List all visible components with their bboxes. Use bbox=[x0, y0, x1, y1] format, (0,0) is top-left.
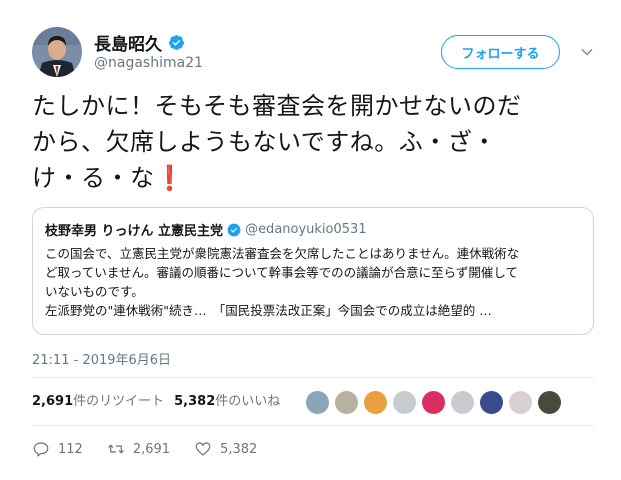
reply-button[interactable]: 112 bbox=[32, 440, 83, 458]
like-stat[interactable]: 5,382件のいいね bbox=[174, 390, 280, 409]
tweet-timestamp[interactable]: 21:11 - 2019年6月6日 bbox=[32, 349, 171, 368]
verified-badge-icon bbox=[169, 35, 184, 50]
user-handle[interactable]: @nagashima21 bbox=[94, 55, 203, 71]
quoted-tweet[interactable]: 枝野幸男 りっけん 立憲民主党 @edanoyukio0531 この国会で、立憲… bbox=[32, 207, 594, 335]
liker-avatar[interactable] bbox=[451, 391, 474, 414]
retweet-stat[interactable]: 2,691件のリツイート bbox=[32, 390, 164, 409]
tweet-line: から、欠席しようもないですね。ふ・ざ・ bbox=[32, 128, 497, 156]
verified-badge-icon bbox=[227, 223, 241, 236]
tweet-line-text: け・る・な bbox=[32, 164, 155, 192]
heart-icon bbox=[195, 442, 211, 456]
liker-avatar[interactable] bbox=[538, 391, 561, 414]
retweet-label: 件のリツイート bbox=[73, 394, 165, 409]
tweet-text: たしかに！そもそも審査会を開かせないのだ から、欠席しようもないですね。ふ・ざ・… bbox=[32, 88, 592, 196]
liker-avatar[interactable] bbox=[364, 391, 387, 414]
like-button[interactable]: 5,382 bbox=[194, 440, 257, 458]
quoted-line: ど取っていません。審議の順番について幹事会等でのの議論が合意に至らず開催して bbox=[45, 265, 519, 280]
reply-count: 112 bbox=[58, 441, 83, 457]
retweet-count: 2,691 bbox=[32, 394, 74, 409]
quoted-line: この国会で、立憲民主党が衆院憲法審査会を欠席したことはありません。連休戦術な bbox=[45, 246, 520, 261]
divider bbox=[32, 377, 594, 378]
avatar[interactable] bbox=[32, 27, 82, 77]
tweet-stats: 2,691件のリツイート 5,382件のいいね bbox=[32, 390, 280, 409]
display-name[interactable]: 長島昭久 bbox=[94, 30, 162, 55]
retweet-icon bbox=[107, 444, 124, 454]
liker-avatar[interactable] bbox=[393, 391, 416, 414]
liker-avatar[interactable] bbox=[306, 391, 329, 414]
quoted-line: いないものです。 bbox=[45, 284, 144, 299]
retweet-action-count: 2,691 bbox=[132, 441, 171, 457]
avatar-image bbox=[32, 27, 82, 77]
quoted-tweet-text: この国会で、立憲民主党が衆院憲法審査会を欠席したことはありません。連休戦術な ど… bbox=[45, 244, 581, 320]
name-row: 長島昭久 bbox=[94, 30, 185, 55]
divider bbox=[32, 425, 594, 426]
liker-avatar[interactable] bbox=[335, 391, 358, 414]
like-count: 5,382 bbox=[174, 394, 216, 409]
tweet-header: 長島昭久 @nagashima21 フォローする bbox=[0, 0, 621, 90]
quoted-tweet-header: 枝野幸男 りっけん 立憲民主党 @edanoyukio0531 bbox=[45, 220, 581, 239]
like-label: 件のいいね bbox=[215, 394, 281, 409]
quoted-handle: @edanoyukio0531 bbox=[245, 222, 367, 237]
tweet-line: たしかに！そもそも審査会を開かせないのだ bbox=[32, 92, 522, 120]
like-action-count: 5,382 bbox=[220, 441, 258, 457]
likers-avatars bbox=[306, 391, 561, 414]
exclamation-emoji: ❗ bbox=[154, 164, 185, 192]
liker-avatar[interactable] bbox=[509, 391, 532, 414]
liker-avatar[interactable] bbox=[480, 391, 503, 414]
tweet-actions: 112 2,691 5,382 bbox=[32, 440, 281, 458]
reply-icon bbox=[33, 442, 49, 457]
tweet-line: け・る・な❗ bbox=[32, 160, 592, 196]
liker-avatar[interactable] bbox=[422, 391, 445, 414]
follow-button[interactable]: フォローする bbox=[441, 35, 560, 69]
quoted-display-name: 枝野幸男 りっけん 立憲民主党 bbox=[45, 224, 224, 239]
quoted-line: 左派野党の"連休戦術"続き… 「国民投票法改正案」今国会での成立は絶望的 … bbox=[45, 303, 492, 318]
chevron-down-icon[interactable] bbox=[580, 45, 594, 59]
retweet-button[interactable]: 2,691 bbox=[107, 440, 170, 458]
